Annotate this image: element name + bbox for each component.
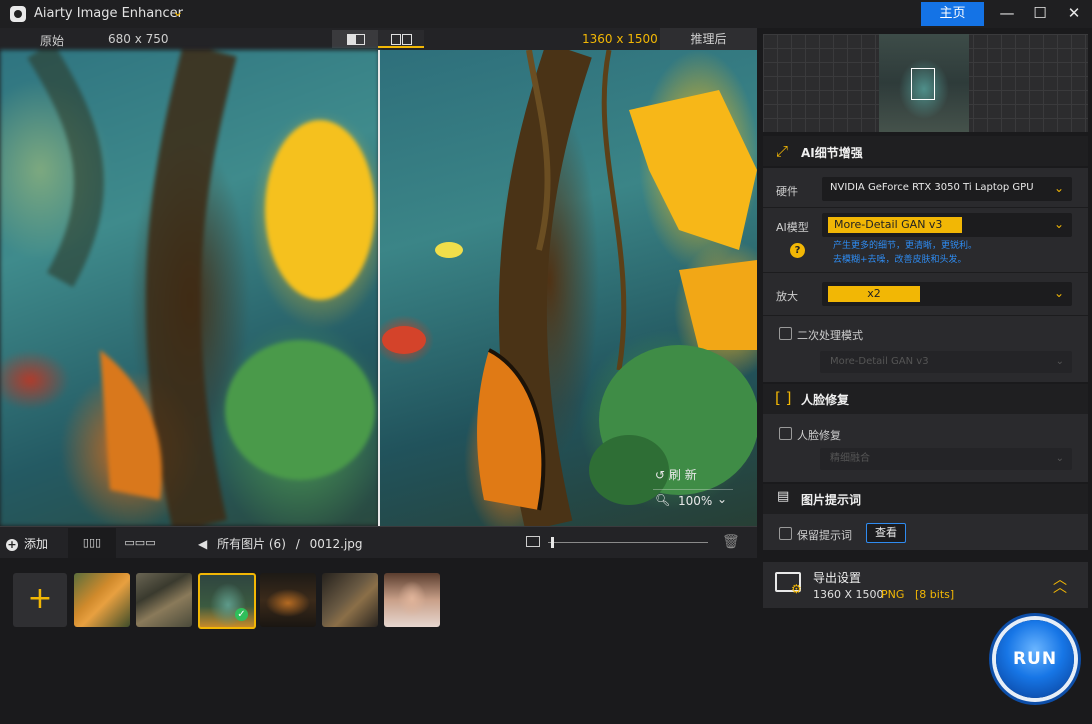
breadcrumb: ◀ 所有图片 (6) / 0012.jpg [198, 535, 363, 552]
zoom-icon: 🔍︎ [655, 493, 671, 507]
breadcrumb-file: 0012.jpg [309, 537, 363, 551]
secondary-model-dropdown[interactable]: More-Detail GAN v3 ⌄ [820, 351, 1072, 373]
refresh-icon: ↺ [655, 468, 666, 482]
compare-divider[interactable] [378, 50, 380, 526]
face-repair-checkbox[interactable] [779, 427, 792, 440]
run-button[interactable]: RUN [996, 620, 1074, 698]
grid-view-button[interactable]: ▯▯▯ [68, 528, 116, 558]
ai-model-desc-2: 去模糊+去噪，改善皮肤和头发。 [833, 255, 967, 265]
split-view-button[interactable] [332, 30, 378, 48]
app-logo-icon [10, 6, 26, 22]
help-icon[interactable]: ? [790, 243, 805, 258]
secondary-mode-label: 二次处理模式 [797, 329, 863, 342]
export-bits: [8 bits] [915, 588, 955, 601]
scale-value: x2 [828, 286, 920, 302]
add-image-button[interactable]: + 添加 [6, 535, 48, 552]
secondary-model-value: More-Detail GAN v3 [830, 356, 929, 367]
export-title: 导出设置 [813, 571, 862, 585]
breadcrumb-all-images[interactable]: 所有图片 (6) [217, 537, 286, 551]
thumbnail-jar-forest-selected[interactable]: ✓ [198, 573, 256, 629]
enhanced-image-pane[interactable] [379, 50, 757, 526]
enhanced-image [382, 50, 757, 526]
add-label: 添加 [24, 537, 49, 551]
document-icon: ▤ [777, 489, 790, 504]
split-view-icon [347, 34, 365, 45]
collapse-chevron-up-icon[interactable]: ︿ ︿ [1053, 573, 1067, 595]
view-prompt-button[interactable]: 查看 [866, 523, 906, 543]
hardware-value: NVIDIA GeForce RTX 3050 Ti Laptop GPU [830, 182, 1034, 193]
filmstrip-view-button[interactable]: ▭▭▭ [120, 528, 160, 558]
result-label: 推理后 [660, 28, 757, 50]
thumbnail-burger[interactable] [260, 573, 316, 627]
export-settings-icon: ⚙ [775, 572, 802, 596]
original-image [27, 50, 375, 526]
divider [763, 272, 1088, 273]
enhance-icon: ⤢ [776, 142, 789, 160]
app-title: Aiarty Image Enhancer [34, 6, 183, 21]
trash-icon[interactable]: 🗑︎ [722, 534, 740, 550]
result-size: 1360 x 1500 [582, 32, 658, 46]
original-size: 680 x 750 [108, 32, 169, 46]
export-size: 1360 X 1500 [813, 588, 884, 601]
slider-thumb[interactable] [551, 537, 555, 548]
add-thumbnail-button[interactable]: + [13, 573, 67, 627]
thumbnail-butterfly[interactable] [136, 573, 192, 627]
image-icon [526, 536, 540, 547]
breadcrumb-separator: / [295, 537, 300, 551]
refresh-button[interactable]: ↺ 刷 新 [655, 466, 697, 483]
side-by-side-view-button[interactable] [378, 30, 424, 48]
close-icon[interactable]: ✕ [1057, 2, 1091, 26]
navigator-viewport-box[interactable] [911, 68, 935, 100]
slider-track [548, 542, 708, 543]
home-button[interactable]: 主页 [921, 2, 984, 26]
side-by-side-left-icon [391, 34, 401, 45]
original-label: 原始 [40, 34, 65, 48]
thumbnail-wolf[interactable] [322, 573, 378, 627]
face-repair-label: 人脸修复 [797, 429, 841, 442]
secondary-mode-checkbox[interactable] [779, 327, 792, 340]
add-icon: + [6, 538, 18, 551]
chevron-down-icon: ⌄ [1055, 453, 1064, 464]
face-scan-icon: [ ] [775, 389, 792, 407]
export-settings[interactable] [763, 562, 1088, 608]
ai-model-label: AI模型 [776, 221, 809, 234]
face-repair-mode-dropdown[interactable]: 精细融合 ⌄ [820, 448, 1072, 470]
back-arrow-icon[interactable]: ◀ [198, 537, 207, 551]
export-format: PNG [881, 588, 905, 601]
thumbnail-portrait[interactable] [384, 573, 440, 627]
ai-detail-title: AI细节增强 [801, 146, 863, 160]
app-menu-chevron-down-icon[interactable]: ⌄ [172, 4, 184, 20]
gear-icon: ⚙ [791, 582, 802, 596]
scale-dropdown[interactable]: x2 ⌄ [822, 282, 1072, 306]
minimize-icon[interactable]: — [990, 2, 1024, 26]
divider [763, 207, 1088, 208]
prompt-title: 图片提示词 [801, 493, 862, 507]
original-image-pane[interactable] [0, 50, 379, 526]
face-repair-mode-value: 精细融合 [830, 453, 870, 464]
zoom-chevron-down-icon: ⌄ [717, 492, 728, 506]
chevron-down-icon: ⌄ [1053, 181, 1064, 195]
chevron-down-icon: ⌄ [1053, 286, 1064, 300]
keep-prompt-checkbox[interactable] [779, 527, 792, 540]
divider [763, 315, 1088, 316]
ai-model-value: More-Detail GAN v3 [828, 217, 962, 233]
chevron-down-icon: ⌄ [1053, 217, 1064, 231]
ai-model-dropdown[interactable]: More-Detail GAN v3 ⌄ [822, 213, 1072, 237]
hardware-label: 硬件 [776, 185, 798, 198]
scale-label: 放大 [776, 290, 798, 303]
chevron-down-icon: ⌄ [1055, 356, 1064, 367]
hardware-dropdown[interactable]: NVIDIA GeForce RTX 3050 Ti Laptop GPU ⌄ [822, 177, 1072, 201]
face-repair-title: 人脸修复 [801, 393, 850, 407]
side-by-side-right-icon [402, 34, 412, 45]
thumbnail-size-slider[interactable] [526, 536, 708, 550]
zoom-value: 100% [678, 494, 713, 508]
refresh-label: 刷 新 [668, 468, 697, 482]
keep-prompt-label: 保留提示词 [797, 529, 852, 542]
check-icon: ✓ [235, 608, 248, 621]
maximize-icon[interactable]: ☐ [1023, 2, 1057, 26]
thumbnail-tiger[interactable] [74, 573, 130, 627]
ai-model-desc-1: 产生更多的细节，更清晰，更锐利。 [833, 241, 978, 251]
zoom-dropdown[interactable]: 🔍︎ 100% ⌄ [653, 489, 733, 512]
